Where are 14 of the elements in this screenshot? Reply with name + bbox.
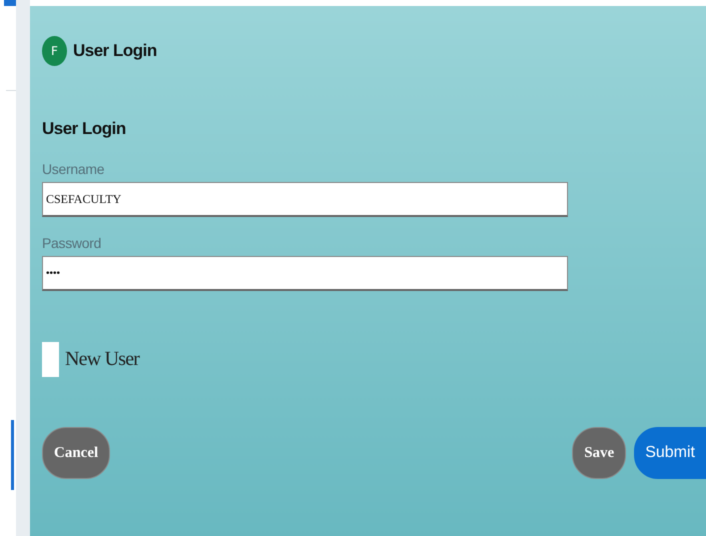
field-label: Password: [42, 235, 102, 251]
field-label: Username: [42, 161, 104, 177]
username-field[interactable]: CSEFACULTY: [42, 182, 568, 217]
submit-button[interactable]: Submit: [634, 427, 706, 479]
form-heading: User Login: [42, 119, 126, 139]
nav-indicator: [11, 420, 14, 490]
cancel-button[interactable]: Cancel: [42, 427, 110, 479]
password-field[interactable]: ••••: [42, 256, 568, 291]
dialog-title: User Login: [73, 41, 157, 61]
checkbox-label: New User: [65, 348, 140, 371]
save-button[interactable]: Save: [572, 427, 626, 479]
checkbox[interactable]: [42, 342, 59, 377]
nav-indicator: [4, 0, 16, 6]
avatar-badge: F: [42, 36, 67, 66]
